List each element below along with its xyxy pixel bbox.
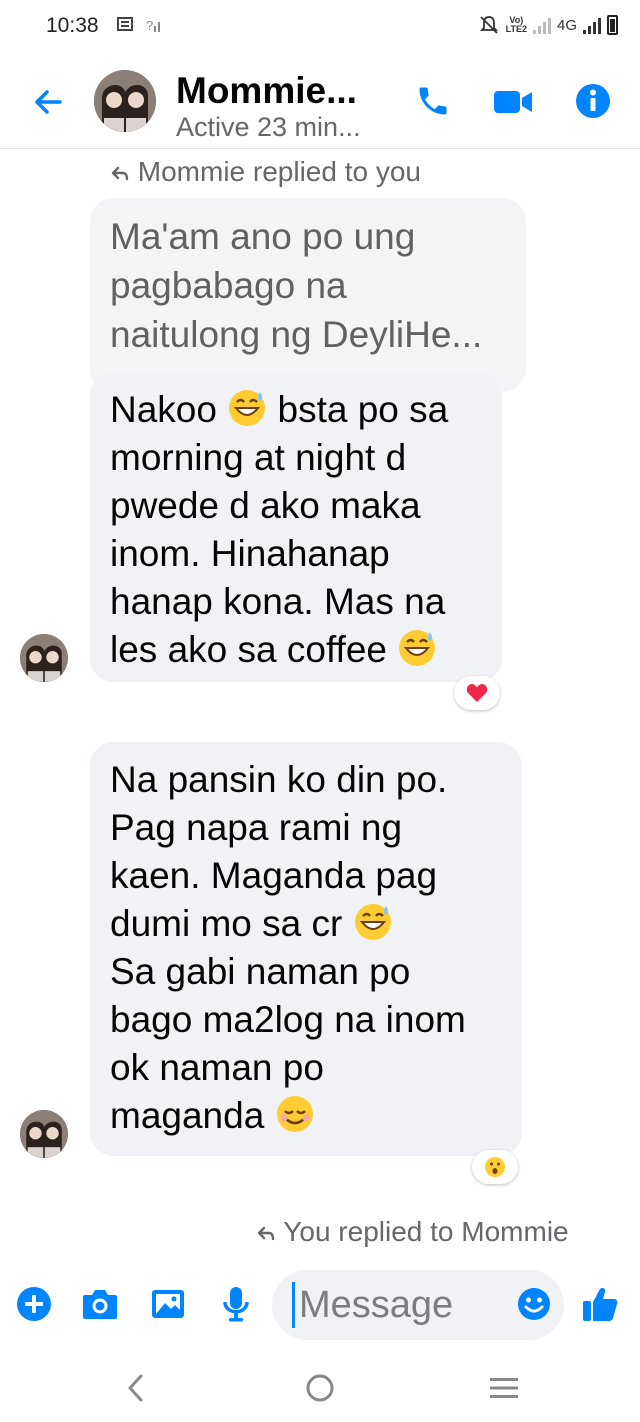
nav-home-icon xyxy=(306,1374,334,1402)
info-button[interactable] xyxy=(572,80,614,122)
avatar-photo xyxy=(20,634,68,682)
message-1-body: morning at night d pwede d ako maka inom… xyxy=(110,437,446,622)
gallery-button[interactable] xyxy=(148,1284,188,1324)
nav-home-button[interactable] xyxy=(298,1366,342,1410)
avatar-photo xyxy=(94,70,156,132)
audio-call-button[interactable] xyxy=(412,80,454,122)
chat-header: Mommie... Active 23 min... xyxy=(0,56,640,149)
message-2-last: maganda xyxy=(110,1095,275,1136)
mute-icon xyxy=(479,16,498,34)
svg-text:?: ? xyxy=(146,18,153,33)
quoted-message-text: Ma'am ano po ung pagbabago na naitulong … xyxy=(110,216,483,355)
signal-icon-sim1 xyxy=(532,16,551,34)
heart-icon xyxy=(466,684,488,702)
message-composer xyxy=(0,1262,640,1346)
grin-sweat-emoji-icon xyxy=(399,630,436,666)
sim-signal-icon: ? xyxy=(117,17,160,33)
microphone-icon xyxy=(223,1287,249,1322)
contact-name[interactable]: Mommie... xyxy=(176,70,357,112)
grin-sweat-emoji-icon xyxy=(354,904,391,940)
quoted-message[interactable]: Ma'am ano po ung pagbabago na naitulong … xyxy=(90,198,526,392)
sender-avatar-1[interactable] xyxy=(20,634,68,682)
thumbs-up-icon xyxy=(583,1288,618,1321)
nav-back-button[interactable] xyxy=(114,1366,158,1410)
camera-button[interactable] xyxy=(80,1284,120,1324)
active-status: Active 23 min... xyxy=(176,112,361,142)
system-nav-bar xyxy=(0,1350,640,1422)
reply-arrow-icon xyxy=(111,166,129,181)
video-call-button[interactable] xyxy=(492,80,534,122)
status-time: 10:38 xyxy=(46,14,99,37)
sender-avatar-2[interactable] xyxy=(20,1110,68,1158)
message-input-container xyxy=(272,1270,564,1340)
avatar-photo xyxy=(20,1110,68,1158)
status-notification-icons: ? xyxy=(116,14,166,41)
reply-indicator-text: You replied to Mommie xyxy=(283,1216,569,1247)
message-2-part-a: Na pansin ko din po. Pag napa rami ng ka… xyxy=(110,759,448,896)
network-type: 4G xyxy=(556,16,577,34)
contact-avatar[interactable] xyxy=(94,70,156,132)
relieved-smile-emoji-icon xyxy=(276,1096,313,1132)
back-arrow-icon xyxy=(35,90,62,114)
image-icon xyxy=(152,1290,184,1318)
message-1-line1b: bsta po sa xyxy=(267,389,449,430)
back-button[interactable] xyxy=(28,82,68,122)
nav-recents-icon xyxy=(490,1378,518,1398)
more-actions-button[interactable] xyxy=(14,1284,54,1324)
camera-icon xyxy=(83,1290,117,1319)
emoji-icon xyxy=(518,1288,550,1320)
reaction-heart[interactable] xyxy=(454,676,500,710)
message-bubble-2[interactable]: Na pansin ko din po. Pag napa rami ng ka… xyxy=(90,742,522,1156)
wow-emoji-icon xyxy=(485,1157,505,1177)
reply-indicator-text: Mommie replied to you xyxy=(137,156,422,187)
message-input[interactable] xyxy=(292,1282,509,1328)
nav-back-icon xyxy=(128,1374,143,1402)
signal-icon-sim2 xyxy=(583,16,601,34)
message-2-part-b: Sa gabi naman po bago ma2log na inom ok … xyxy=(110,951,466,1088)
voice-message-button[interactable] xyxy=(216,1284,256,1324)
status-right-icons: Vo) LTE2 4G xyxy=(478,14,618,36)
message-1-text: Nakoo bsta po sa morning at night d pwed… xyxy=(110,386,482,674)
info-icon xyxy=(576,84,610,118)
like-button[interactable] xyxy=(580,1284,620,1324)
plus-icon xyxy=(17,1287,51,1321)
reply-arrow-icon xyxy=(257,1226,275,1241)
nav-recents-button[interactable] xyxy=(482,1366,526,1410)
message-2-text: Na pansin ko din po. Pag napa rami ng ka… xyxy=(110,756,502,1140)
grin-sweat-emoji-icon xyxy=(229,390,266,426)
emoji-button[interactable] xyxy=(516,1286,552,1322)
volte-icon: Vo) LTE2 xyxy=(505,15,527,34)
message-bubble-1[interactable]: Nakoo bsta po sa morning at night d pwed… xyxy=(90,372,502,682)
reply-indicator-top: Mommie replied to you xyxy=(110,156,421,188)
message-1-last: les ako sa coffee xyxy=(110,629,398,670)
reply-indicator-bottom: You replied to Mommie xyxy=(256,1216,569,1248)
battery-icon xyxy=(607,15,618,35)
message-1-line1: Nakoo xyxy=(110,389,217,430)
status-bar: 10:38 ? Vo) LTE2 4G xyxy=(0,0,640,56)
video-camera-icon xyxy=(494,91,532,113)
message-2-line4: dumi mo sa cr xyxy=(110,903,353,944)
phone-icon xyxy=(419,87,447,115)
reaction-wow[interactable] xyxy=(472,1150,518,1184)
